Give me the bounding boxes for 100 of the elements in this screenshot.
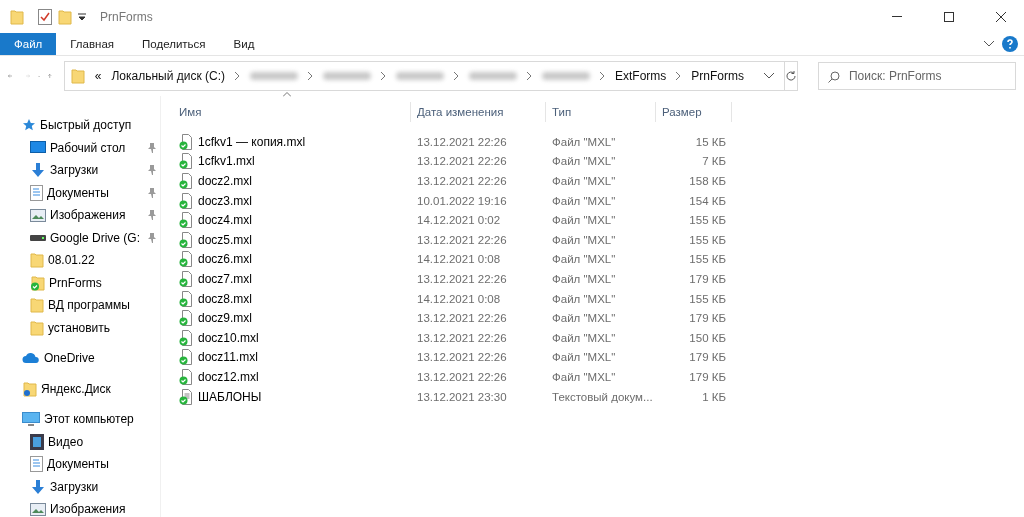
file-name-cell[interactable]: docz4.mxl [173, 212, 411, 229]
checklist-icon[interactable] [38, 8, 52, 25]
sidebar-item-label: PrnForms [49, 275, 102, 290]
chevron-right-icon [599, 72, 605, 80]
sidebar-item-label: Видео [48, 434, 84, 449]
chevron-right-icon [234, 72, 240, 80]
file-icon [179, 251, 193, 268]
file-icon [179, 192, 193, 209]
sidebar-item[interactable]: OneDrive [0, 347, 160, 370]
ribbon-tab[interactable]: Главная [56, 33, 129, 55]
file-name-cell[interactable]: 1cfkv1.mxl [173, 153, 411, 170]
sidebar-item[interactable]: ВД программы [0, 294, 160, 317]
sidebar-item[interactable]: Рабочий стол [0, 136, 160, 159]
help-icon[interactable] [1002, 36, 1018, 52]
file-name-cell[interactable]: 1cfkv1 — копия.mxl [173, 133, 411, 150]
file-name: docz10.mxl [198, 330, 259, 345]
file-icon [179, 173, 193, 189]
ribbon-tab[interactable]: Вид [219, 33, 269, 55]
date-cell-text: 13.12.2021 22:26 [416, 135, 508, 148]
file-icon [179, 349, 193, 366]
file-name-cell[interactable]: docz5.mxl [173, 231, 411, 248]
sidebar-item-label: установить [48, 320, 111, 335]
folder-icon [30, 297, 44, 314]
chevron-down-icon[interactable] [984, 41, 994, 47]
sidebar-item[interactable]: Быстрый доступ [0, 114, 160, 137]
search-icon [828, 71, 840, 83]
size-cell-text: 155 КБ [688, 292, 727, 305]
refresh-button[interactable] [785, 61, 798, 91]
breadcrumb[interactable]: ExtForms [614, 69, 667, 83]
type-cell-text: Файл "MXL" [551, 331, 617, 344]
file-name-cell[interactable]: docz2.mxl [173, 173, 411, 189]
sidebar-item[interactable]: Яндекс.Диск [0, 377, 160, 400]
sidebar-item[interactable]: Загрузки [0, 475, 160, 498]
type-cell-text: Файл "MXL" [551, 272, 617, 285]
sidebar-item[interactable]: 08.01.22 [0, 249, 160, 272]
sidebar-item[interactable]: установить [0, 316, 160, 339]
sidebar-item[interactable]: Изображения [0, 498, 160, 517]
column-header[interactable]: Размер [656, 102, 732, 122]
computer-icon [22, 411, 40, 427]
sidebar-item-label: Рабочий стол [50, 140, 126, 155]
file-name-cell[interactable]: docz7.mxl [173, 270, 411, 287]
sidebar-item[interactable]: Изображения [0, 204, 160, 227]
column-header[interactable]: Дата изменения [411, 102, 546, 122]
file-name-cell[interactable]: docz8.mxl [173, 290, 411, 307]
size-cell-text: 179 КБ [688, 272, 727, 285]
chevron-right-icon [307, 72, 313, 80]
file-name: docz6.mxl [198, 252, 253, 267]
sidebar-item-label: Этот компьютер [44, 412, 134, 427]
window-title: PrnForms [100, 9, 154, 24]
column-header[interactable]: Имя [173, 102, 411, 122]
file-name: docz2.mxl [198, 174, 253, 188]
sidebar-item[interactable]: Видео [0, 430, 160, 453]
file-name-cell[interactable]: docz3.mxl [173, 192, 411, 209]
type-cell-text: Файл "MXL" [551, 370, 617, 383]
type-cell-text: Файл "MXL" [551, 194, 617, 207]
sidebar-item[interactable]: Документы [0, 181, 160, 204]
file-name: docz9.mxl [198, 311, 253, 326]
overflow-chevron[interactable]: « [94, 69, 102, 83]
blurred-breadcrumb [322, 72, 371, 80]
sidebar-item[interactable]: Документы [0, 453, 160, 476]
breadcrumb[interactable]: Локальный диск (C:) [111, 69, 225, 83]
ribbon-tab[interactable]: Файл [0, 33, 57, 55]
file-icon [179, 329, 193, 346]
sidebar-item[interactable]: Google Drive (G: [0, 226, 160, 249]
sidebar-item-label: Загрузки [50, 163, 99, 178]
chevron-down-icon[interactable] [764, 73, 774, 79]
size-cell-text: 154 КБ [688, 194, 727, 207]
file-icon [179, 368, 193, 385]
folder-icon [10, 8, 24, 25]
file-name-cell[interactable]: docz6.mxl [173, 251, 411, 268]
file-icon [179, 231, 193, 248]
sidebar-item[interactable]: Этот компьютер [0, 408, 160, 431]
file-name-cell[interactable]: docz9.mxl [173, 310, 411, 327]
file-name: docz11.mxl [198, 350, 258, 365]
type-cell-text: Файл "MXL" [551, 155, 617, 168]
date-cell-text: 13.12.2021 23:30 [416, 390, 508, 403]
date-cell-text: 13.12.2021 22:26 [416, 175, 508, 187]
file-name-cell[interactable]: docz11.mxl [173, 349, 411, 366]
file-name-cell[interactable]: docz12.mxl [173, 368, 411, 385]
column-header[interactable]: Тип [546, 102, 656, 122]
folder-icon [30, 252, 44, 269]
sidebar-item[interactable]: Загрузки [0, 159, 160, 182]
type-cell-text: Файл "MXL" [551, 214, 617, 227]
sidebar-item-label: OneDrive [44, 351, 95, 366]
ribbon-tab[interactable]: Поделиться [128, 33, 220, 55]
file-name-cell[interactable]: ШАБЛОНЫ [173, 388, 411, 405]
picture-icon [30, 502, 46, 516]
minimize-icon [892, 16, 902, 17]
address-bar[interactable]: « Локальный диск (C:) ExtForms PrnForms [63, 61, 785, 91]
date-cell-text: 13.12.2021 22:26 [416, 312, 508, 325]
dropdown-icon[interactable] [78, 12, 86, 21]
size-cell-text: 179 КБ [688, 351, 727, 364]
sidebar-item[interactable]: PrnForms [0, 271, 160, 294]
file-name-cell[interactable]: docz10.mxl [173, 329, 411, 346]
breadcrumb[interactable]: PrnForms [691, 69, 744, 83]
blurred-breadcrumb [395, 72, 444, 80]
search-field[interactable]: Поиск: PrnForms [818, 62, 1016, 90]
download-arrow-icon [30, 162, 46, 179]
file-name: docz8.mxl [198, 291, 253, 306]
file-name: 1cfkv1 — копия.mxl [198, 134, 306, 149]
